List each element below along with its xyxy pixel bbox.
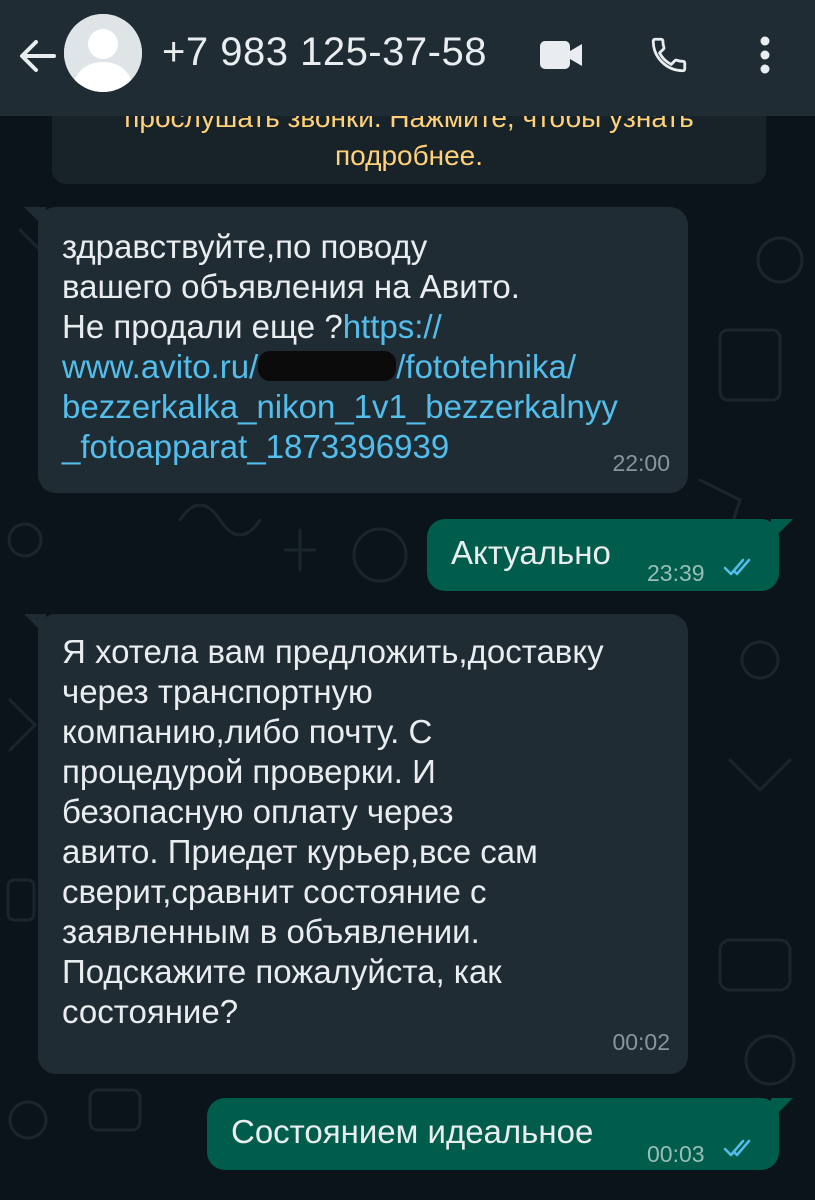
phone-icon: [651, 37, 687, 73]
message-text: здравствуйте,по поводу вашего объявления…: [62, 227, 618, 467]
message-line: Не продали еще ?: [62, 308, 343, 345]
message-text: Состоянием идеальное: [231, 1113, 594, 1150]
contact-avatar[interactable]: [64, 14, 142, 92]
video-camera-icon: [540, 41, 582, 69]
chat-header: +7 983 125-37-58: [0, 0, 815, 116]
chat-screen: +7 983 125-37-58 прослушать звонки. Нажм…: [0, 0, 815, 1200]
more-vertical-icon: [760, 36, 770, 74]
message-bubble-incoming[interactable]: Я хотела вам предложить,доставку через т…: [24, 614, 688, 1074]
menu-button[interactable]: [740, 30, 790, 80]
message-line: здравствуйте,по поводу: [62, 228, 428, 265]
redaction-mark: [258, 351, 397, 381]
message-time: 00:03: [647, 1141, 705, 1167]
default-avatar-icon: [64, 14, 142, 92]
message-link[interactable]: www.avito.ru/: [62, 348, 258, 385]
notice-line-2: подробнее.: [334, 140, 484, 171]
message-link[interactable]: /fototehnika/: [396, 348, 576, 385]
bubble-tail: [771, 519, 793, 541]
contact-name[interactable]: +7 983 125-37-58: [162, 30, 487, 75]
message-link[interactable]: bezzerkalka_nikon_1v1_bezzerkalnyy: [62, 388, 618, 425]
bubble-tail: [771, 1098, 793, 1120]
message-text: Актуально: [451, 534, 611, 571]
bubble-tail: [24, 207, 46, 229]
read-ticks-icon: [723, 1139, 751, 1157]
message-bubble-outgoing[interactable]: Состоянием идеальное 00:03: [207, 1098, 793, 1170]
arrow-left-icon: [20, 40, 56, 72]
bubble-tail: [24, 614, 46, 636]
message-time: 22:00: [612, 450, 670, 476]
message-time: 23:39: [647, 560, 705, 586]
video-call-button[interactable]: [536, 30, 586, 80]
voice-call-button[interactable]: [644, 30, 694, 80]
message-time: 00:02: [612, 1029, 670, 1055]
message-bubble-incoming[interactable]: здравствуйте,по поводу вашего объявления…: [24, 207, 688, 493]
back-button[interactable]: [14, 32, 62, 80]
message-line: вашего объявления на Авито.: [62, 268, 520, 305]
message-text: Я хотела вам предложить,доставку через т…: [62, 633, 604, 1030]
read-ticks-icon: [723, 558, 751, 576]
message-bubble-outgoing[interactable]: Актуально 23:39: [427, 519, 793, 591]
message-link[interactable]: _fotoapparat_1873396939: [62, 428, 449, 465]
message-link[interactable]: https://: [343, 308, 442, 345]
